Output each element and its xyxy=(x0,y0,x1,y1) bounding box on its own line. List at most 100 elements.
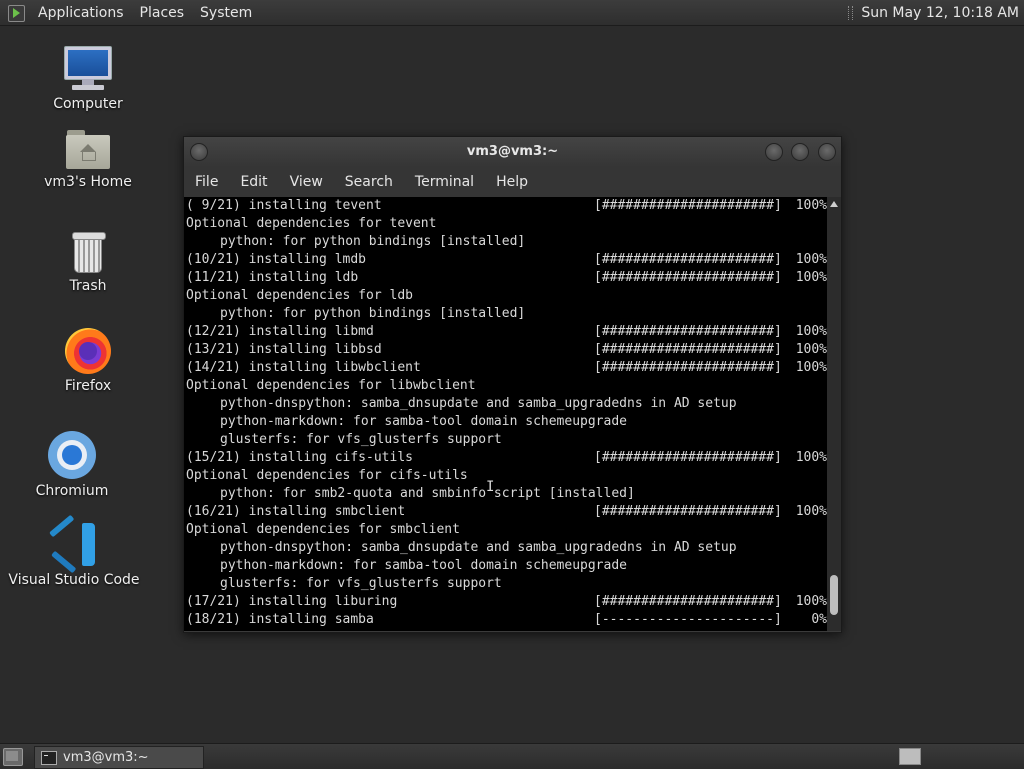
maximize-button[interactable] xyxy=(791,143,809,161)
progress-percent: 100% xyxy=(795,324,827,339)
desktop-icon-computer[interactable]: Computer xyxy=(33,46,143,112)
terminal-line-text: python-markdown: for samba-tool domain s… xyxy=(220,558,627,573)
terminal-line: Optional dependencies for libwbclient xyxy=(184,377,827,395)
terminal-line-text: (16/21) installing smbclient xyxy=(186,504,406,519)
terminal-line: (13/21) installing libbsd [##############… xyxy=(184,341,827,359)
desktop-icon-label: Firefox xyxy=(64,378,112,394)
terminal-line-text: python: for smb2-quota and smbinfo scrip… xyxy=(220,486,635,501)
terminal-line: glusterfs: for vfs_glusterfs support xyxy=(184,575,827,593)
terminal-line-text: glusterfs: for vfs_glusterfs support xyxy=(220,432,502,447)
scroll-up-arrow-icon[interactable] xyxy=(830,201,838,207)
terminal-line: (11/21) installing ldb [#################… xyxy=(184,269,827,287)
minimize-button[interactable] xyxy=(765,143,783,161)
desktop-icon-firefox[interactable]: Firefox xyxy=(33,328,143,394)
progress-bar-text: [######################] xyxy=(594,450,782,465)
terminal-line: (17/21) installing liburing [############… xyxy=(184,593,827,611)
progress-bar-text: [----------------------] xyxy=(594,612,782,627)
progress-percent: 100% xyxy=(795,270,827,285)
menu-search[interactable]: Search xyxy=(334,174,404,190)
terminal-line: Optional dependencies for smbclient xyxy=(184,521,827,539)
terminal-line: (10/21) installing lmdb [################… xyxy=(184,251,827,269)
terminal-line: Optional dependencies for cifs-utils xyxy=(184,467,827,485)
terminal-line-text: python: for python bindings [installed] xyxy=(220,306,526,321)
menu-file[interactable]: File xyxy=(184,174,229,190)
terminal-line: python-markdown: for samba-tool domain s… xyxy=(184,413,827,431)
terminal-line: Optional dependencies for tevent xyxy=(184,215,827,233)
progress-bar-text: [######################] xyxy=(594,594,782,609)
close-button[interactable] xyxy=(818,143,836,161)
distro-logo-icon[interactable] xyxy=(8,4,26,22)
terminal-line-text: python-markdown: for samba-tool domain s… xyxy=(220,414,627,429)
trash-icon xyxy=(70,230,106,274)
terminal-line: python-dnspython: samba_dnsupdate and sa… xyxy=(184,395,827,413)
terminal-line-text: (15/21) installing cifs-utils xyxy=(186,450,413,465)
panel-grip-icon xyxy=(848,5,854,20)
terminal-line-text: Optional dependencies for libwbclient xyxy=(186,378,476,393)
computer-icon xyxy=(63,46,113,92)
taskbar-window-button[interactable]: vm3@vm3:~ xyxy=(34,746,204,769)
terminal-output[interactable]: ( 9/21) installing tevent [##############… xyxy=(184,197,827,631)
terminal-line-text: Optional dependencies for ldb xyxy=(186,288,413,303)
terminal-line: python: for python bindings [installed] xyxy=(184,305,827,323)
vscode-icon xyxy=(49,514,97,574)
menu-help[interactable]: Help xyxy=(485,174,539,190)
menu-terminal[interactable]: Terminal xyxy=(404,174,485,190)
progress-bar-text: [######################] xyxy=(594,504,782,519)
menu-system[interactable]: System xyxy=(192,5,260,21)
bottom-panel: vm3@vm3:~ xyxy=(0,743,1024,769)
progress-percent: 100% xyxy=(795,342,827,357)
firefox-icon xyxy=(65,328,111,374)
window-title: vm3@vm3:~ xyxy=(466,144,559,159)
terminal-icon xyxy=(41,750,57,765)
terminal-line-text: Optional dependencies for smbclient xyxy=(186,522,460,537)
menu-view[interactable]: View xyxy=(279,174,334,190)
home-folder-icon xyxy=(66,130,110,170)
progress-bar-text: [######################] xyxy=(594,342,782,357)
desktop-icon-chromium[interactable]: Chromium xyxy=(17,431,127,499)
window-titlebar[interactable]: vm3@vm3:~ xyxy=(184,137,841,167)
menu-edit[interactable]: Edit xyxy=(229,174,278,190)
show-desktop-icon[interactable] xyxy=(3,748,23,766)
progress-bar-text: [######################] xyxy=(594,360,782,375)
terminal-line-text: (10/21) installing lmdb xyxy=(186,252,367,267)
terminal-line: python: for python bindings [installed] xyxy=(184,233,827,251)
terminal-line: python-dnspython: samba_dnsupdate and sa… xyxy=(184,539,827,557)
menu-applications[interactable]: Applications xyxy=(30,5,132,21)
terminal-line-text: Optional dependencies for cifs-utils xyxy=(186,468,468,483)
workspace-switcher[interactable] xyxy=(899,748,921,765)
menu-places[interactable]: Places xyxy=(132,5,193,21)
terminal-scrollbar[interactable] xyxy=(827,197,841,631)
desktop-icon-label: vm3's Home xyxy=(44,174,132,190)
scrollbar-thumb[interactable] xyxy=(830,575,838,615)
progress-percent: 100% xyxy=(795,450,827,465)
progress-bar-text: [######################] xyxy=(594,198,782,213)
terminal-line-text: (17/21) installing liburing xyxy=(186,594,398,609)
progress-percent: 100% xyxy=(795,252,827,267)
terminal-line-text: Optional dependencies for tevent xyxy=(186,216,437,231)
progress-percent: 100% xyxy=(795,504,827,519)
progress-bar-text: [######################] xyxy=(594,252,782,267)
desktop-icon-label: Chromium xyxy=(35,483,109,499)
terminal-line: (18/21) installing samba [---------------… xyxy=(184,611,827,629)
terminal-menubar: File Edit View Search Terminal Help xyxy=(184,167,841,197)
chromium-icon xyxy=(48,431,96,479)
taskbar-window-label: vm3@vm3:~ xyxy=(63,750,149,765)
terminal-line-text: (14/21) installing libwbclient xyxy=(186,360,421,375)
desktop-icon-trash[interactable]: Trash xyxy=(33,230,143,294)
clock[interactable]: Sun May 12, 10:18 AM xyxy=(861,5,1019,21)
desktop-icon-vscode[interactable]: Visual Studio Code xyxy=(4,514,144,588)
progress-percent: 100% xyxy=(795,360,827,375)
progress-percent: 0% xyxy=(811,612,827,627)
terminal-line: (16/21) installing smbclient [###########… xyxy=(184,503,827,521)
progress-bar-text: [######################] xyxy=(594,324,782,339)
top-panel: Applications Places System Sun May 12, 1… xyxy=(0,0,1024,26)
desktop-icon-label: Visual Studio Code xyxy=(8,572,140,588)
text-cursor-icon: I xyxy=(486,479,495,495)
terminal-line: Optional dependencies for ldb xyxy=(184,287,827,305)
progress-percent: 100% xyxy=(795,198,827,213)
terminal-line: (12/21) installing libmd [###############… xyxy=(184,323,827,341)
terminal-line: (14/21) installing libwbclient [#########… xyxy=(184,359,827,377)
desktop-icon-home[interactable]: vm3's Home xyxy=(33,130,143,190)
terminal-line-text: python-dnspython: samba_dnsupdate and sa… xyxy=(220,540,737,555)
terminal-window[interactable]: vm3@vm3:~ File Edit View Search Terminal… xyxy=(183,136,842,633)
